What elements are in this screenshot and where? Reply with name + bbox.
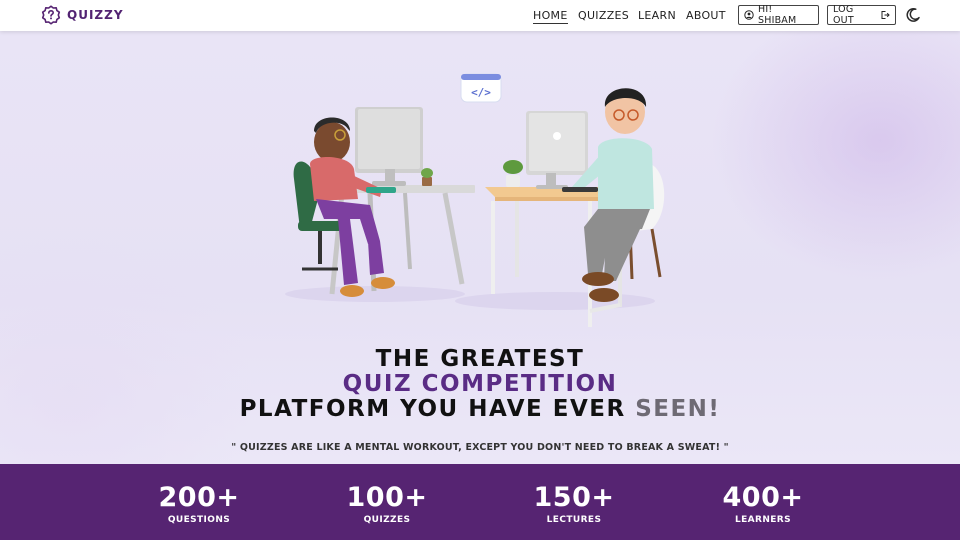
stat-value: 100+ (346, 482, 428, 513)
stats-bar: 200+ QUESTIONS 100+ QUIZZES 150+ LECTURE… (0, 464, 960, 540)
nav-learn[interactable]: LEARN (638, 9, 676, 22)
hero-quote: " QUIZZES ARE LIKE A MENTAL WORKOUT, EXC… (231, 442, 729, 453)
right-monitor (526, 111, 588, 189)
brand-logo[interactable]: QUIZZY (41, 5, 124, 25)
right-plant (503, 160, 523, 187)
stat-questions: 200+ QUESTIONS (129, 481, 269, 525)
moon-icon[interactable] (905, 7, 921, 23)
nav-quizzes[interactable]: QUIZZES (578, 9, 629, 22)
logout-label: LOG OUT (833, 4, 854, 26)
nav-about[interactable]: ABOUT (686, 9, 726, 22)
left-plant (421, 168, 433, 186)
stat-label: QUIZZES (363, 515, 411, 525)
hero-title-line3-main: PLATFORM YOU HAVE EVER (239, 396, 626, 422)
stat-label: LECTURES (546, 515, 602, 525)
stat-value: 400+ (722, 482, 804, 513)
stat-label: LEARNERS (734, 515, 792, 525)
navbar: QUIZZY HOME QUIZZES LEARN ABOUT HI! SHIB… (0, 0, 960, 31)
logout-icon (881, 11, 890, 19)
stat-value: 200+ (158, 482, 240, 513)
user-greeting: HI! SHIBAM (758, 4, 797, 26)
hero-title-line3: PLATFORM YOU HAVE EVER SEEN! (0, 396, 960, 422)
quiz-badge-icon (41, 5, 61, 25)
user-profile-button[interactable]: HI! SHIBAM (738, 4, 819, 26)
stat-quizzes: 100+ QUIZZES (317, 481, 457, 525)
hero-title-line2: QUIZ COMPETITION (342, 371, 618, 397)
left-monitor (355, 107, 423, 186)
developers-illustration: </> (285, 73, 665, 327)
nav-home[interactable]: HOME (533, 9, 568, 24)
hero-section: </> THE GREATEST QUIZ COMPETITION PLATFO… (0, 31, 960, 464)
hero-title-accent: SEEN! (635, 396, 721, 422)
hero-title-line1: THE GREATEST (375, 346, 585, 372)
code-badge-icon: </> (460, 73, 502, 103)
stat-lectures: 150+ LECTURES (504, 481, 644, 525)
stat-label: QUESTIONS (167, 515, 231, 525)
logout-button[interactable]: LOG OUT (827, 4, 896, 26)
code-badge-text: </> (471, 86, 491, 99)
stat-value: 150+ (533, 482, 615, 513)
stat-learners: 400+ LEARNERS (693, 481, 833, 525)
brand-name: QUIZZY (67, 8, 124, 22)
user-circle-icon (744, 10, 754, 20)
